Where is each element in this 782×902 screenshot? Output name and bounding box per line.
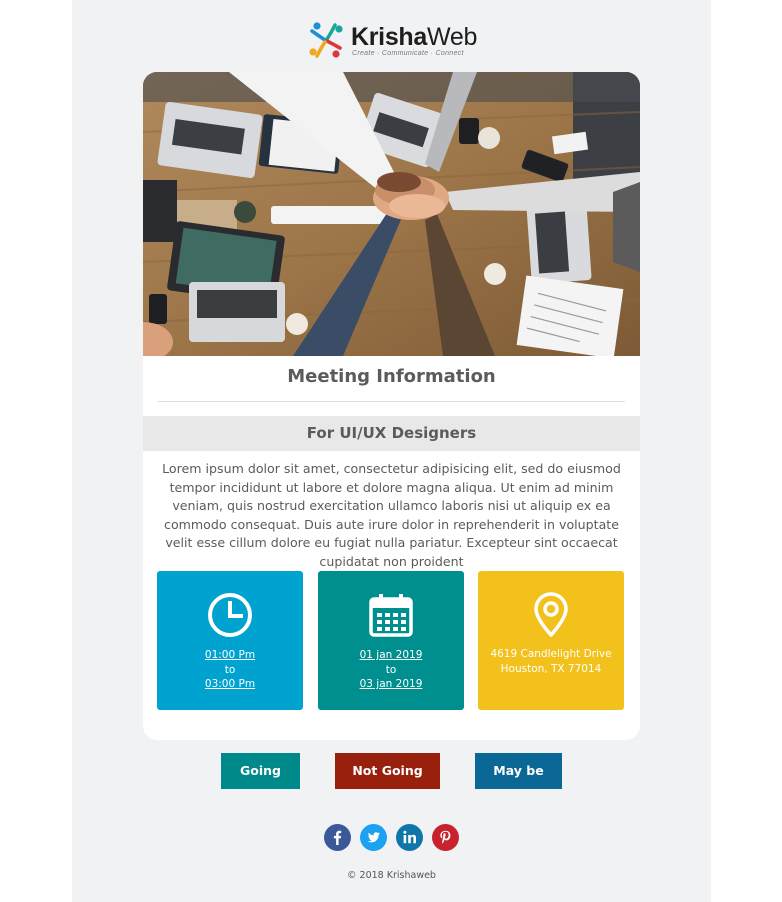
address-line-1: 4619 Candlelight Drive <box>490 648 612 660</box>
map-pin-icon <box>534 592 568 637</box>
hero-image <box>143 72 640 356</box>
time-tile: 01:00 Pm to 03:00 Pm <box>157 571 303 710</box>
title-divider <box>158 401 625 402</box>
end-time-link[interactable]: 03:00 Pm <box>157 677 303 692</box>
audience-heading: For UI/UX Designers <box>143 416 640 451</box>
clock-icon <box>208 593 252 637</box>
start-time-link[interactable]: 01:00 Pm <box>157 648 303 663</box>
pinterest-icon[interactable] <box>432 824 459 851</box>
twitter-icon[interactable] <box>360 824 387 851</box>
linkedin-icon[interactable] <box>396 824 423 851</box>
address-line-2: Houston, TX 77014 <box>500 662 602 675</box>
going-button[interactable]: Going <box>221 753 300 789</box>
start-date-link[interactable]: 01 jan 2019 <box>318 648 464 663</box>
meeting-description: Lorem ipsum dolor sit amet, consectetur … <box>162 461 621 569</box>
meeting-card: Meeting Information For UI/UX Designers … <box>143 72 640 740</box>
copyright-text: © 2018 Krishaweb <box>347 870 436 881</box>
not-going-button[interactable]: Not Going <box>335 753 440 789</box>
calendar-icon <box>369 594 413 637</box>
date-connector: to <box>385 663 397 676</box>
location-tile: 4619 Candlelight Drive Houston, TX 77014 <box>478 571 624 710</box>
facebook-icon[interactable] <box>324 824 351 851</box>
date-tile: 01 jan 2019 to 03 jan 2019 <box>318 571 464 710</box>
logo-tagline: Create · Communicate · Connect <box>352 50 464 57</box>
logo-mark-icon <box>309 22 343 58</box>
maybe-button[interactable]: May be <box>475 753 562 789</box>
email-background: KrishaWeb Create · Communicate · Connect <box>72 0 711 902</box>
meeting-title: Meeting Information <box>287 366 496 387</box>
logo-wordmark: KrishaWeb <box>351 23 478 51</box>
krishaweb-logo[interactable]: KrishaWeb Create · Communicate · Connect <box>306 20 481 62</box>
end-date-link[interactable]: 03 jan 2019 <box>318 677 464 692</box>
time-connector: to <box>224 663 236 676</box>
